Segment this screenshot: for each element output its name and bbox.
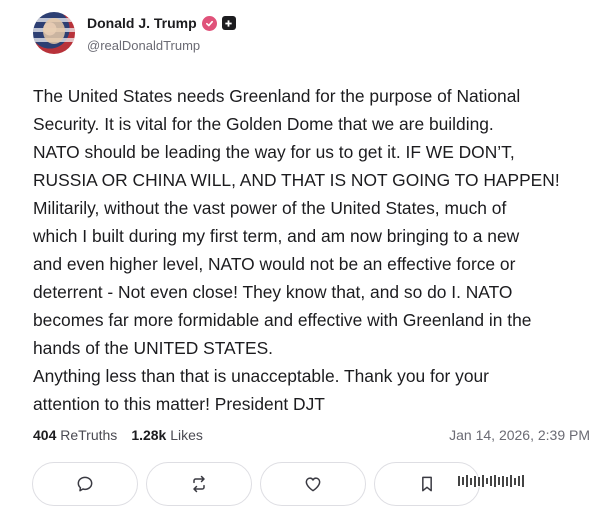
comment-icon	[77, 476, 93, 492]
retruths-count: 404	[33, 427, 57, 443]
retruths-stat[interactable]: 404 ReTruths	[33, 427, 117, 443]
bookmark-icon	[422, 476, 432, 492]
retruth-button[interactable]	[146, 462, 252, 506]
author-display-name[interactable]: Donald J. Trump	[87, 15, 197, 31]
like-button[interactable]	[260, 462, 366, 506]
author-name-row: Donald J. Trump	[87, 15, 236, 31]
heart-icon	[305, 477, 321, 492]
repost-icon	[193, 475, 205, 493]
verified-icon	[201, 15, 217, 31]
post-body-text: The United States needs Greenland for th…	[33, 86, 560, 414]
likes-count: 1.28k	[131, 427, 167, 443]
likes-stat[interactable]: 1.28k Likes	[131, 427, 203, 443]
author-handle[interactable]: @realDonaldTrump	[87, 38, 200, 53]
retruths-label: ReTruths	[60, 427, 118, 443]
reply-button[interactable]	[32, 462, 138, 506]
post-timestamp[interactable]: Jan 14, 2026, 2:39 PM	[449, 427, 590, 443]
post-stats: 404 ReTruths 1.28k Likes	[33, 427, 203, 443]
profile-avatar[interactable]	[33, 12, 75, 54]
watermark-logo	[458, 475, 524, 487]
plus-badge-icon	[221, 16, 236, 30]
likes-label: Likes	[170, 427, 203, 443]
post-card: Donald J. Trump @realDonaldTrump The Uni…	[0, 0, 604, 507]
